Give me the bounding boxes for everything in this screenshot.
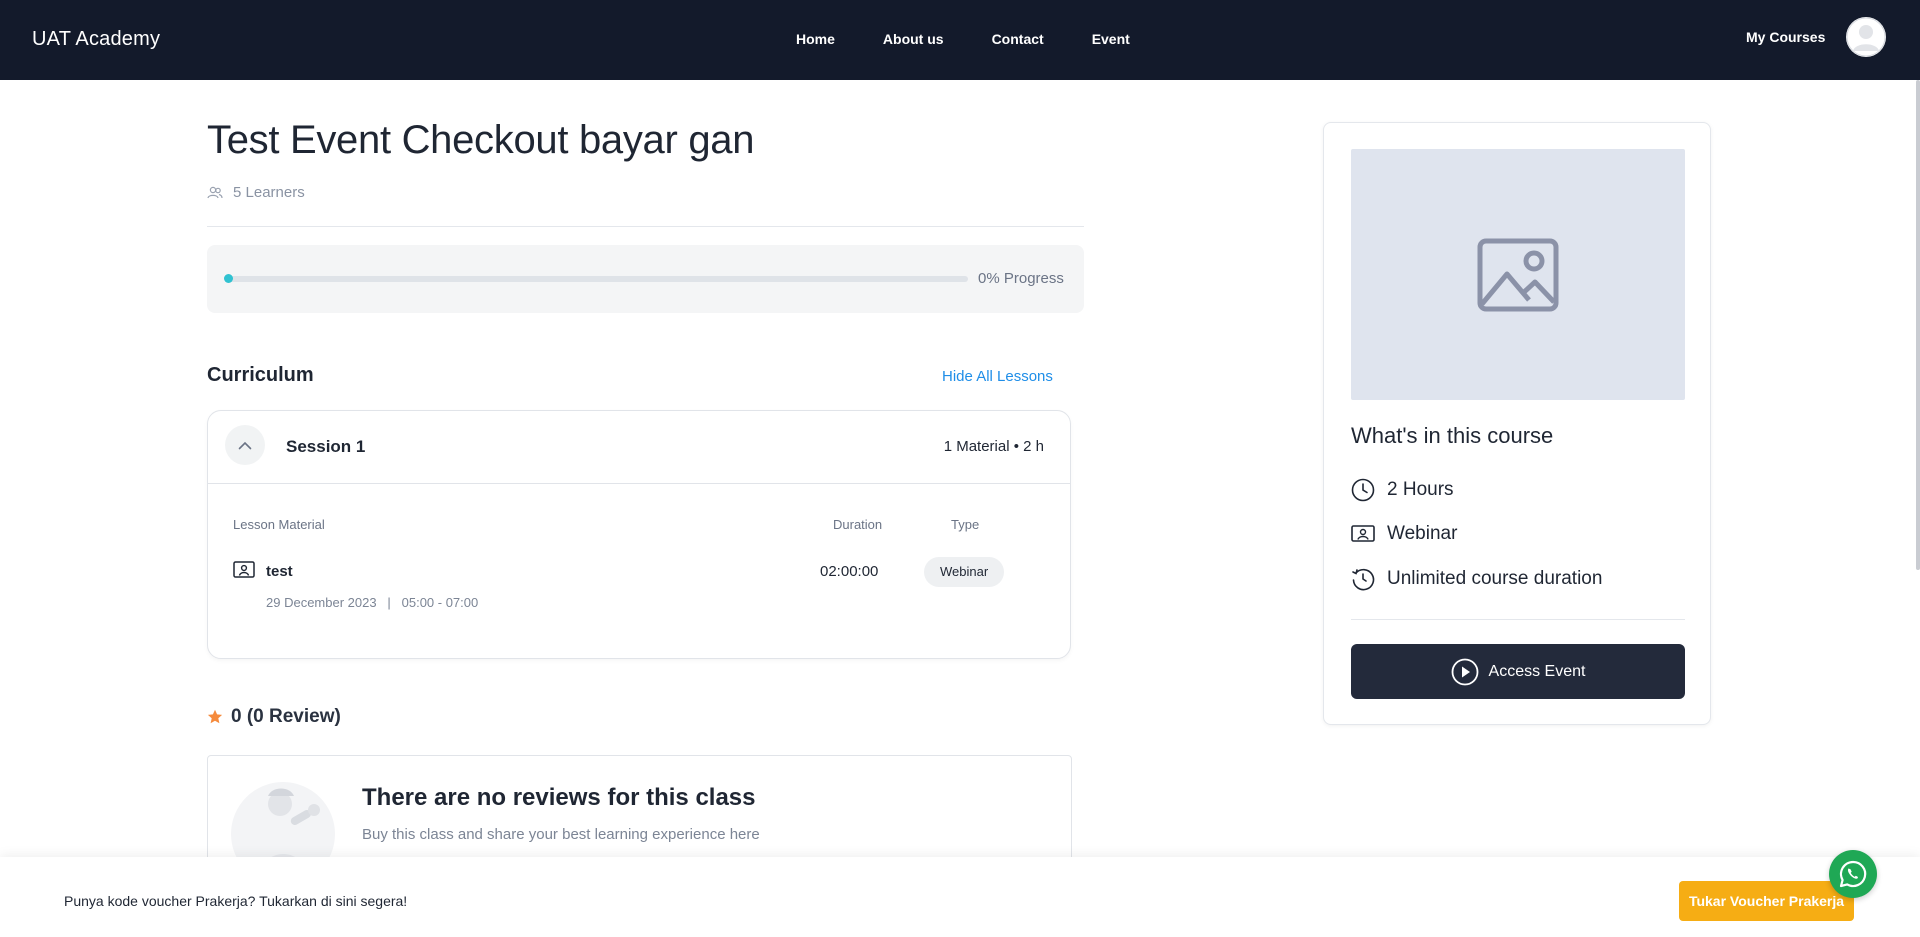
users-icon — [207, 186, 223, 198]
feature-type-label: Webinar — [1387, 523, 1458, 544]
progress-label: 0% Progress — [978, 270, 1064, 287]
curriculum-heading: Curriculum — [207, 364, 314, 386]
divider — [207, 226, 1084, 227]
whatsapp-icon — [1839, 860, 1867, 888]
lesson-duration: 02:00:00 — [820, 563, 879, 580]
feature-type: Webinar — [1351, 523, 1457, 545]
feature-duration: 2 Hours — [1351, 478, 1454, 502]
top-navbar: UAT Academy Home About us Contact Event … — [0, 0, 1920, 80]
session-header[interactable]: Session 1 1 Material • 2 h — [208, 411, 1070, 484]
course-contents-heading: What's in this course — [1351, 423, 1554, 448]
chevron-up-icon — [238, 441, 252, 449]
review-summary: 0 (0 Review) — [207, 706, 341, 728]
nav-about-us[interactable]: About us — [883, 31, 944, 47]
feature-duration-label: 2 Hours — [1387, 479, 1454, 500]
learners-label: 5 Learners — [233, 184, 305, 201]
column-header-material: Lesson Material — [233, 517, 325, 532]
history-icon — [1352, 568, 1375, 591]
page-title: Test Event Checkout bayar gan — [207, 118, 755, 162]
page-scrollbar[interactable] — [1916, 80, 1920, 570]
no-reviews-subtitle: Buy this class and share your best learn… — [362, 826, 760, 843]
avatar[interactable] — [1846, 17, 1886, 57]
voucher-prompt: Punya kode voucher Prakerja? Tukarkan di… — [64, 893, 408, 909]
nav-home[interactable]: Home — [796, 31, 835, 47]
review-count: 0 (0 Review) — [231, 706, 341, 727]
brand-logo[interactable]: UAT Academy — [32, 28, 160, 51]
progress-panel: 0% Progress — [207, 245, 1084, 313]
no-reviews-title: There are no reviews for this class — [362, 784, 756, 811]
webinar-icon — [1351, 525, 1375, 542]
feature-access-period: Unlimited course duration — [1351, 567, 1602, 591]
session-title: Session 1 — [286, 437, 366, 456]
session-meta: 1 Material • 2 h — [943, 438, 1044, 455]
user-icon — [1846, 17, 1886, 57]
learners-count: 5 Learners — [207, 184, 305, 201]
hide-all-lessons-link[interactable]: Hide All Lessons — [942, 368, 1053, 385]
star-icon — [207, 709, 223, 724]
nav-contact[interactable]: Contact — [992, 31, 1044, 47]
lesson-type-badge: Webinar — [924, 557, 1005, 587]
lesson-title[interactable]: test — [266, 563, 293, 580]
my-courses-link[interactable]: My Courses — [1746, 29, 1825, 45]
course-thumbnail — [1351, 149, 1685, 400]
webinar-icon — [233, 561, 255, 578]
column-header-type: Type — [951, 517, 980, 532]
play-icon — [1451, 658, 1478, 685]
voucher-bar: Punya kode voucher Prakerja? Tukarkan di… — [0, 857, 1920, 937]
course-summary-card: What's in this course 2 Hours Webinar Un… — [1323, 122, 1711, 725]
session-card: Session 1 1 Material • 2 h Lesson Materi… — [207, 410, 1071, 659]
access-event-button[interactable]: Access Event — [1351, 644, 1685, 699]
progress-fill — [224, 274, 233, 283]
image-placeholder-icon — [1477, 238, 1559, 311]
progress-bar — [224, 274, 968, 283]
redeem-voucher-button[interactable]: Tukar Voucher Prakerja — [1679, 881, 1854, 921]
nav-event[interactable]: Event — [1092, 31, 1130, 47]
column-header-duration: Duration — [833, 517, 883, 532]
clock-icon — [1351, 478, 1375, 502]
main-nav: Home About us Contact Event — [796, 31, 1178, 47]
divider — [1351, 619, 1685, 620]
lesson-schedule: 29 December 2023 | 05:00 - 07:00 — [266, 595, 479, 610]
collapse-session-button[interactable] — [225, 425, 265, 465]
feature-access-label: Unlimited course duration — [1387, 568, 1603, 589]
whatsapp-chat-button[interactable] — [1829, 850, 1877, 898]
access-event-label: Access Event — [1488, 662, 1586, 680]
